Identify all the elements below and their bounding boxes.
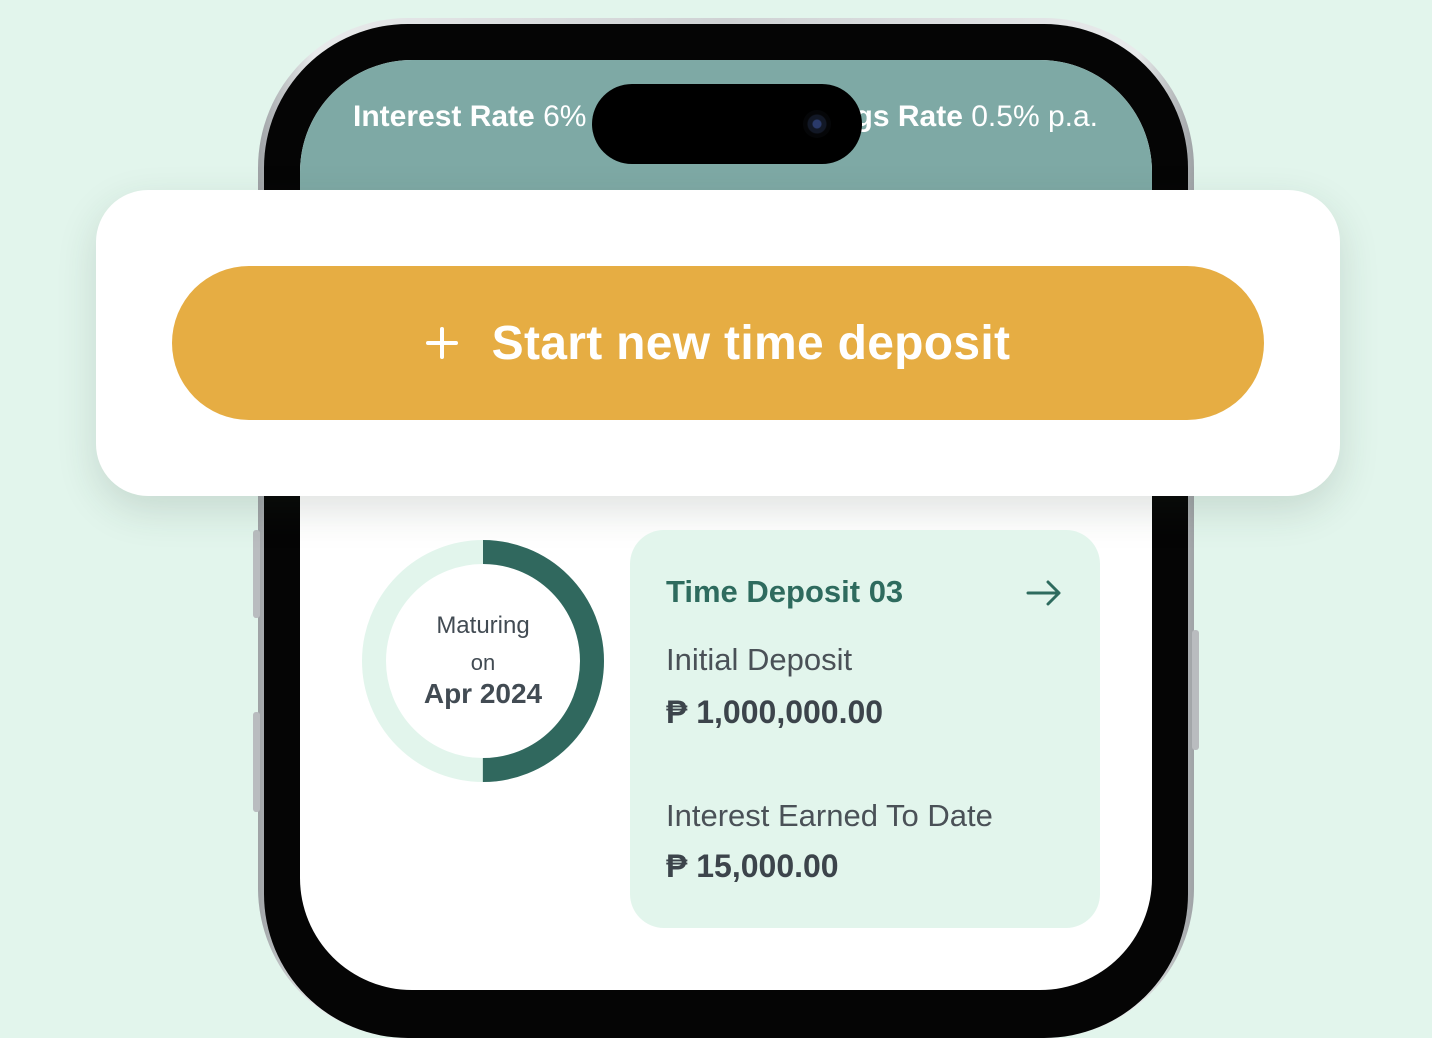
interest-rate-value: 6% [543, 100, 587, 133]
interest-earned-value: ₱ 15,000.00 [666, 848, 839, 884]
initial-deposit-value: ₱ 1,000,000.00 [666, 694, 884, 730]
start-new-time-deposit-button[interactable]: Start new time deposit [172, 266, 1264, 420]
arrow-right-icon[interactable] [1026, 580, 1062, 606]
cta-card: Start new time deposit [96, 190, 1340, 496]
interest-earned-label: Interest Earned To Date [666, 798, 993, 833]
initial-deposit-label: Initial Deposit [666, 642, 853, 677]
phone-side-button [253, 712, 260, 812]
interest-rate: Interest Rate 6% [353, 100, 586, 134]
plus-icon [425, 327, 458, 359]
time-deposit-card[interactable]: Time Deposit 03 Initial Deposit ₱ 1,000,… [630, 530, 1100, 928]
deposit-title: Time Deposit 03 [666, 574, 904, 609]
maturity-date: Apr 2024 [423, 678, 543, 709]
cta-label: Start new time deposit [491, 316, 1011, 370]
interest-rate-label: Interest Rate [353, 100, 535, 133]
phone-side-button [253, 530, 260, 618]
phone-side-button [1192, 630, 1199, 750]
camera-icon [803, 110, 831, 138]
maturing-label: Maturing [436, 612, 530, 639]
dynamic-island [592, 84, 862, 164]
maturing-on-label: on [470, 650, 496, 675]
savings-rate-value: 0.5% p.a. [971, 100, 1098, 133]
